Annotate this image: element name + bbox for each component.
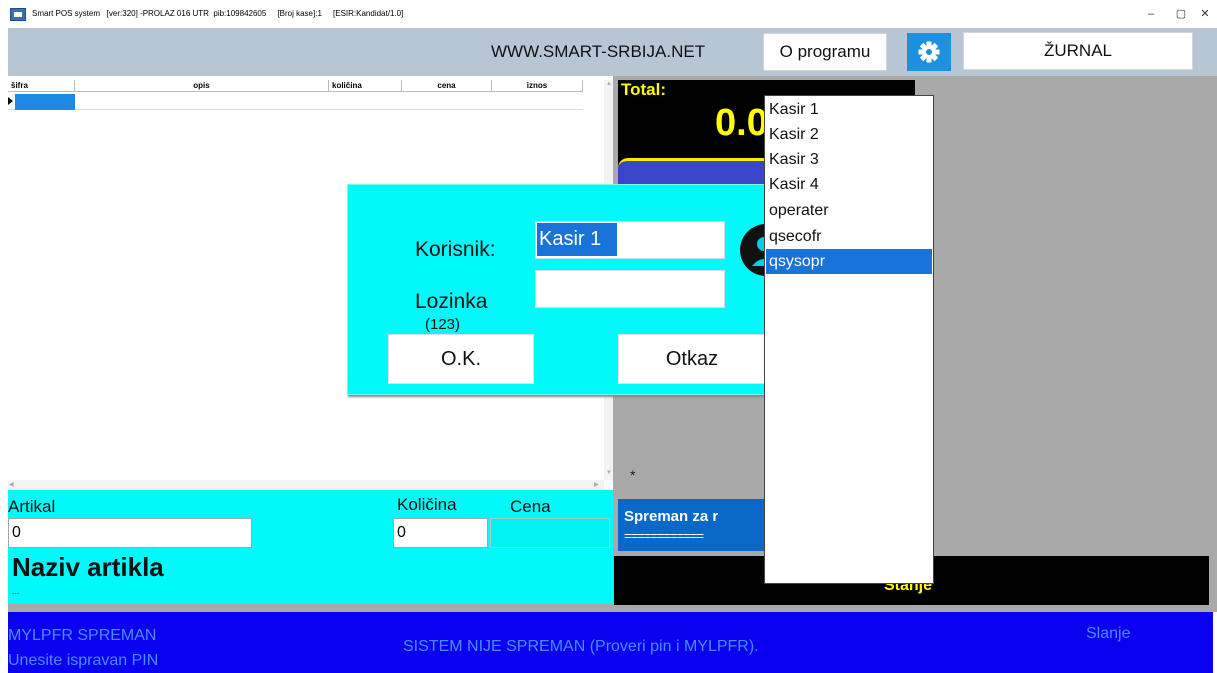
ready-text: Spreman za r <box>624 508 719 525</box>
row-pointer-icon <box>8 97 13 105</box>
settings-button[interactable] <box>907 33 951 71</box>
close-button[interactable]: ✕ <box>1193 4 1217 24</box>
minimize-button[interactable]: – <box>1136 4 1166 24</box>
item-name-detail: ... <box>12 586 20 596</box>
divider <box>8 604 1217 612</box>
grid-header: šifra opis količina cena iznos <box>8 80 583 92</box>
col-header-iznos[interactable]: iznos <box>492 80 583 92</box>
col-header-cena[interactable]: cena <box>402 80 492 92</box>
user-input-value[interactable]: Kasir 1 <box>537 223 617 256</box>
dropdown-item[interactable]: Kasir 4 <box>769 172 932 197</box>
dropdown-item[interactable]: operater <box>769 198 932 223</box>
total-label: Total: <box>621 80 667 99</box>
website-label: WWW.SMART-SRBIJA.NET <box>491 42 706 61</box>
status-star: * <box>630 467 636 483</box>
cena-input[interactable] <box>490 518 610 548</box>
col-header-sifra[interactable]: šifra <box>8 80 75 92</box>
window-title: Smart POS system [ver:320] -PROLAZ 016 U… <box>32 9 404 18</box>
kolicina-input[interactable]: 0 <box>393 518 488 548</box>
maximize-button[interactable]: ▢ <box>1166 4 1196 24</box>
kolicina-label: Količina <box>397 495 457 514</box>
app-icon <box>10 8 26 21</box>
ready-separator: ============ <box>624 528 704 543</box>
col-header-opis[interactable]: opis <box>75 80 329 92</box>
dropdown-item[interactable]: Kasir 1 <box>769 97 932 122</box>
ok-button[interactable]: O.K. <box>388 334 534 384</box>
pin-prompt: Unesite ispravan PIN <box>8 652 159 669</box>
about-button[interactable]: O programu <box>763 33 887 71</box>
artikal-label: Artikal <box>8 497 56 516</box>
password-input[interactable] <box>535 270 725 308</box>
dropdown-item[interactable]: Kasir 2 <box>769 122 932 147</box>
slanje-label: Slanje <box>1086 625 1131 642</box>
cancel-button[interactable]: Otkaz <box>618 334 766 384</box>
dropdown-item-selected[interactable]: qsysopr <box>766 249 932 274</box>
item-name-label: Naziv artikla <box>12 552 164 582</box>
artikal-input[interactable]: 0 <box>8 518 252 548</box>
system-status: SISTEM NIJE SPREMAN (Proveri pin i MYLPF… <box>403 638 759 655</box>
dropdown-item[interactable]: Kasir 3 <box>769 147 932 172</box>
total-value: 0.0 <box>715 102 768 144</box>
journal-button[interactable]: ŽURNAL <box>963 32 1193 70</box>
user-icon <box>738 222 765 278</box>
horizontal-scrollbar[interactable]: ◀ ▶ <box>8 480 604 489</box>
dropdown-item[interactable]: qsecofr <box>769 224 932 249</box>
gear-icon <box>918 41 940 63</box>
password-hint: (123) <box>425 316 461 333</box>
cena-label: Cena <box>510 497 551 516</box>
user-label: Korisnik: <box>415 238 496 261</box>
col-header-kolicina[interactable]: količina <box>329 80 402 92</box>
selected-cell[interactable] <box>15 94 75 110</box>
table-row[interactable] <box>8 93 583 110</box>
mylpfr-status: MYLPFR SPREMAN <box>8 627 157 644</box>
password-label: Lozinka <box>415 290 488 313</box>
